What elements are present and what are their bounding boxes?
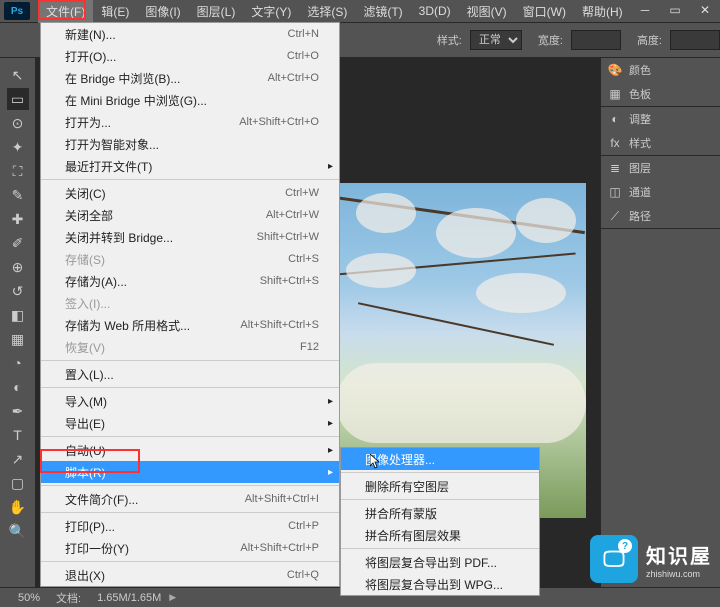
width-input[interactable]: [571, 30, 621, 50]
menu-filter[interactable]: 滤镜(T): [355, 0, 410, 23]
styles-icon: fx: [607, 135, 623, 151]
file-menu-item[interactable]: 关闭全部Alt+Ctrl+W: [41, 204, 339, 226]
menu-edit[interactable]: 辑(E): [93, 0, 137, 23]
file-menu-item[interactable]: 打开(O)...Ctrl+O: [41, 45, 339, 67]
file-menu-item[interactable]: 关闭并转到 Bridge...Shift+Ctrl+W: [41, 226, 339, 248]
blur-tool[interactable]: ◔: [7, 352, 29, 374]
file-menu-item[interactable]: 最近打开文件(T): [41, 155, 339, 177]
heal-tool[interactable]: ✚: [7, 208, 29, 230]
file-menu-item[interactable]: 打印一份(Y)Alt+Shift+Ctrl+P: [41, 537, 339, 559]
dodge-tool[interactable]: ◐: [7, 376, 29, 398]
file-menu-item[interactable]: 文件简介(F)...Alt+Shift+Ctrl+I: [41, 488, 339, 510]
move-tool[interactable]: ↖: [7, 64, 29, 86]
script-submenu-item[interactable]: 拼合所有图层效果: [341, 524, 539, 546]
file-menu-item[interactable]: 存储为(A)...Shift+Ctrl+S: [41, 270, 339, 292]
panel-styles[interactable]: fx样式: [601, 131, 720, 155]
panel-color[interactable]: 🎨颜色: [601, 58, 720, 82]
file-menu-item[interactable]: 导出(E): [41, 412, 339, 434]
file-menu-item[interactable]: 打印(P)...Ctrl+P: [41, 515, 339, 537]
panel-swatches[interactable]: ▦色板: [601, 82, 720, 106]
file-menu-item[interactable]: 关闭(C)Ctrl+W: [41, 182, 339, 204]
zoom-tool[interactable]: 🔍: [7, 520, 29, 542]
file-menu-dropdown: 新建(N)...Ctrl+N打开(O)...Ctrl+O在 Bridge 中浏览…: [40, 22, 340, 587]
doc-info-value[interactable]: 1.65M/1.65M: [89, 592, 169, 604]
watermark-url: zhishiwu.com: [646, 569, 712, 579]
menu-layer[interactable]: 图层(L): [189, 0, 244, 23]
minimize-button[interactable]: ─: [630, 0, 660, 20]
lasso-tool[interactable]: ⊙: [7, 112, 29, 134]
panel-channels[interactable]: ◫通道: [601, 180, 720, 204]
menu-help[interactable]: 帮助(H): [574, 0, 631, 23]
menu-image[interactable]: 图像(I): [137, 0, 188, 23]
shape-tool[interactable]: ▢: [7, 472, 29, 494]
script-submenu-item[interactable]: 删除所有空图层: [341, 475, 539, 497]
menu-select[interactable]: 选择(S): [299, 0, 355, 23]
script-submenu-item[interactable]: 将图层复合导出到 WPG...: [341, 573, 539, 595]
file-menu-item[interactable]: 自动(U): [41, 439, 339, 461]
marquee-tool[interactable]: ▭: [7, 88, 29, 110]
crop-tool[interactable]: ⛶: [7, 160, 29, 182]
menu-view[interactable]: 视图(V): [459, 0, 515, 23]
tool-palette: ↖ ▭ ⊙ ✦ ⛶ ✎ ✚ ✐ ⊕ ↺ ◧ ▦ ◔ ◐ ✒ T ↗ ▢ ✋ 🔍: [0, 58, 36, 587]
height-label: 高度:: [637, 32, 662, 48]
file-menu-item[interactable]: 存储(S)Ctrl+S: [41, 248, 339, 270]
wand-tool[interactable]: ✦: [7, 136, 29, 158]
path-select-tool[interactable]: ↗: [7, 448, 29, 470]
script-submenu: 图像处理器... 删除所有空图层拼合所有蒙版拼合所有图层效果将图层复合导出到 PD…: [340, 447, 540, 596]
file-menu-item[interactable]: 在 Mini Bridge 中浏览(G)...: [41, 89, 339, 111]
height-input[interactable]: [670, 30, 720, 50]
maximize-button[interactable]: ▭: [660, 0, 690, 20]
menu-window[interactable]: 窗口(W): [515, 0, 574, 23]
file-menu-item[interactable]: 退出(X)Ctrl+Q: [41, 564, 339, 586]
menu-3d[interactable]: 3D(D): [411, 1, 459, 21]
pen-tool[interactable]: ✒: [7, 400, 29, 422]
watermark-badge: 🖵 知识屋 zhishiwu.com: [590, 535, 712, 583]
file-menu-item[interactable]: 置入(L)...: [41, 363, 339, 385]
panel-layers[interactable]: ≣图层: [601, 156, 720, 180]
color-icon: 🎨: [607, 62, 623, 78]
script-submenu-item[interactable]: 拼合所有蒙版: [341, 502, 539, 524]
file-menu-item[interactable]: 导入(M): [41, 390, 339, 412]
doc-info-arrow-icon[interactable]: ▶: [169, 592, 176, 603]
layers-icon: ≣: [607, 160, 623, 176]
eraser-tool[interactable]: ◧: [7, 304, 29, 326]
paths-icon: ⟋: [607, 208, 623, 224]
file-menu-item[interactable]: 脚本(R): [41, 461, 339, 483]
panel-paths[interactable]: ⟋路径: [601, 204, 720, 228]
menu-type[interactable]: 文字(Y): [243, 0, 299, 23]
adjust-icon: ◐: [607, 111, 623, 127]
panel-adjustments[interactable]: ◐调整: [601, 107, 720, 131]
hand-tool[interactable]: ✋: [7, 496, 29, 518]
watermark-monitor-icon: 🖵: [590, 535, 638, 583]
type-tool[interactable]: T: [7, 424, 29, 446]
file-menu-item[interactable]: 新建(N)...Ctrl+N: [41, 23, 339, 45]
close-button[interactable]: ✕: [690, 0, 720, 20]
style-label: 样式:: [437, 32, 462, 48]
channels-icon: ◫: [607, 184, 623, 200]
script-submenu-item[interactable]: 将图层复合导出到 PDF...: [341, 551, 539, 573]
gradient-tool[interactable]: ▦: [7, 328, 29, 350]
file-menu-item[interactable]: 存储为 Web 所用格式...Alt+Shift+Ctrl+S: [41, 314, 339, 336]
zoom-level[interactable]: 50%: [10, 592, 48, 604]
width-label: 宽度:: [538, 32, 563, 48]
script-submenu-item[interactable]: 图像处理器...: [341, 448, 539, 470]
file-menu-item[interactable]: 打开为...Alt+Shift+Ctrl+O: [41, 111, 339, 133]
style-select[interactable]: 正常: [470, 30, 522, 50]
file-menu-item[interactable]: 打开为智能对象...: [41, 133, 339, 155]
file-menu-item[interactable]: 在 Bridge 中浏览(B)...Alt+Ctrl+O: [41, 67, 339, 89]
file-menu-item[interactable]: 签入(I)...: [41, 292, 339, 314]
menu-file[interactable]: 文件(F): [38, 0, 93, 23]
brush-tool[interactable]: ✐: [7, 232, 29, 254]
watermark-title: 知识屋: [646, 540, 712, 569]
eyedropper-tool[interactable]: ✎: [7, 184, 29, 206]
doc-info-label: 文档:: [48, 590, 89, 606]
swatches-icon: ▦: [607, 86, 623, 102]
file-menu-item[interactable]: 恢复(V)F12: [41, 336, 339, 358]
stamp-tool[interactable]: ⊕: [7, 256, 29, 278]
app-logo: Ps: [4, 2, 30, 20]
history-brush-tool[interactable]: ↺: [7, 280, 29, 302]
